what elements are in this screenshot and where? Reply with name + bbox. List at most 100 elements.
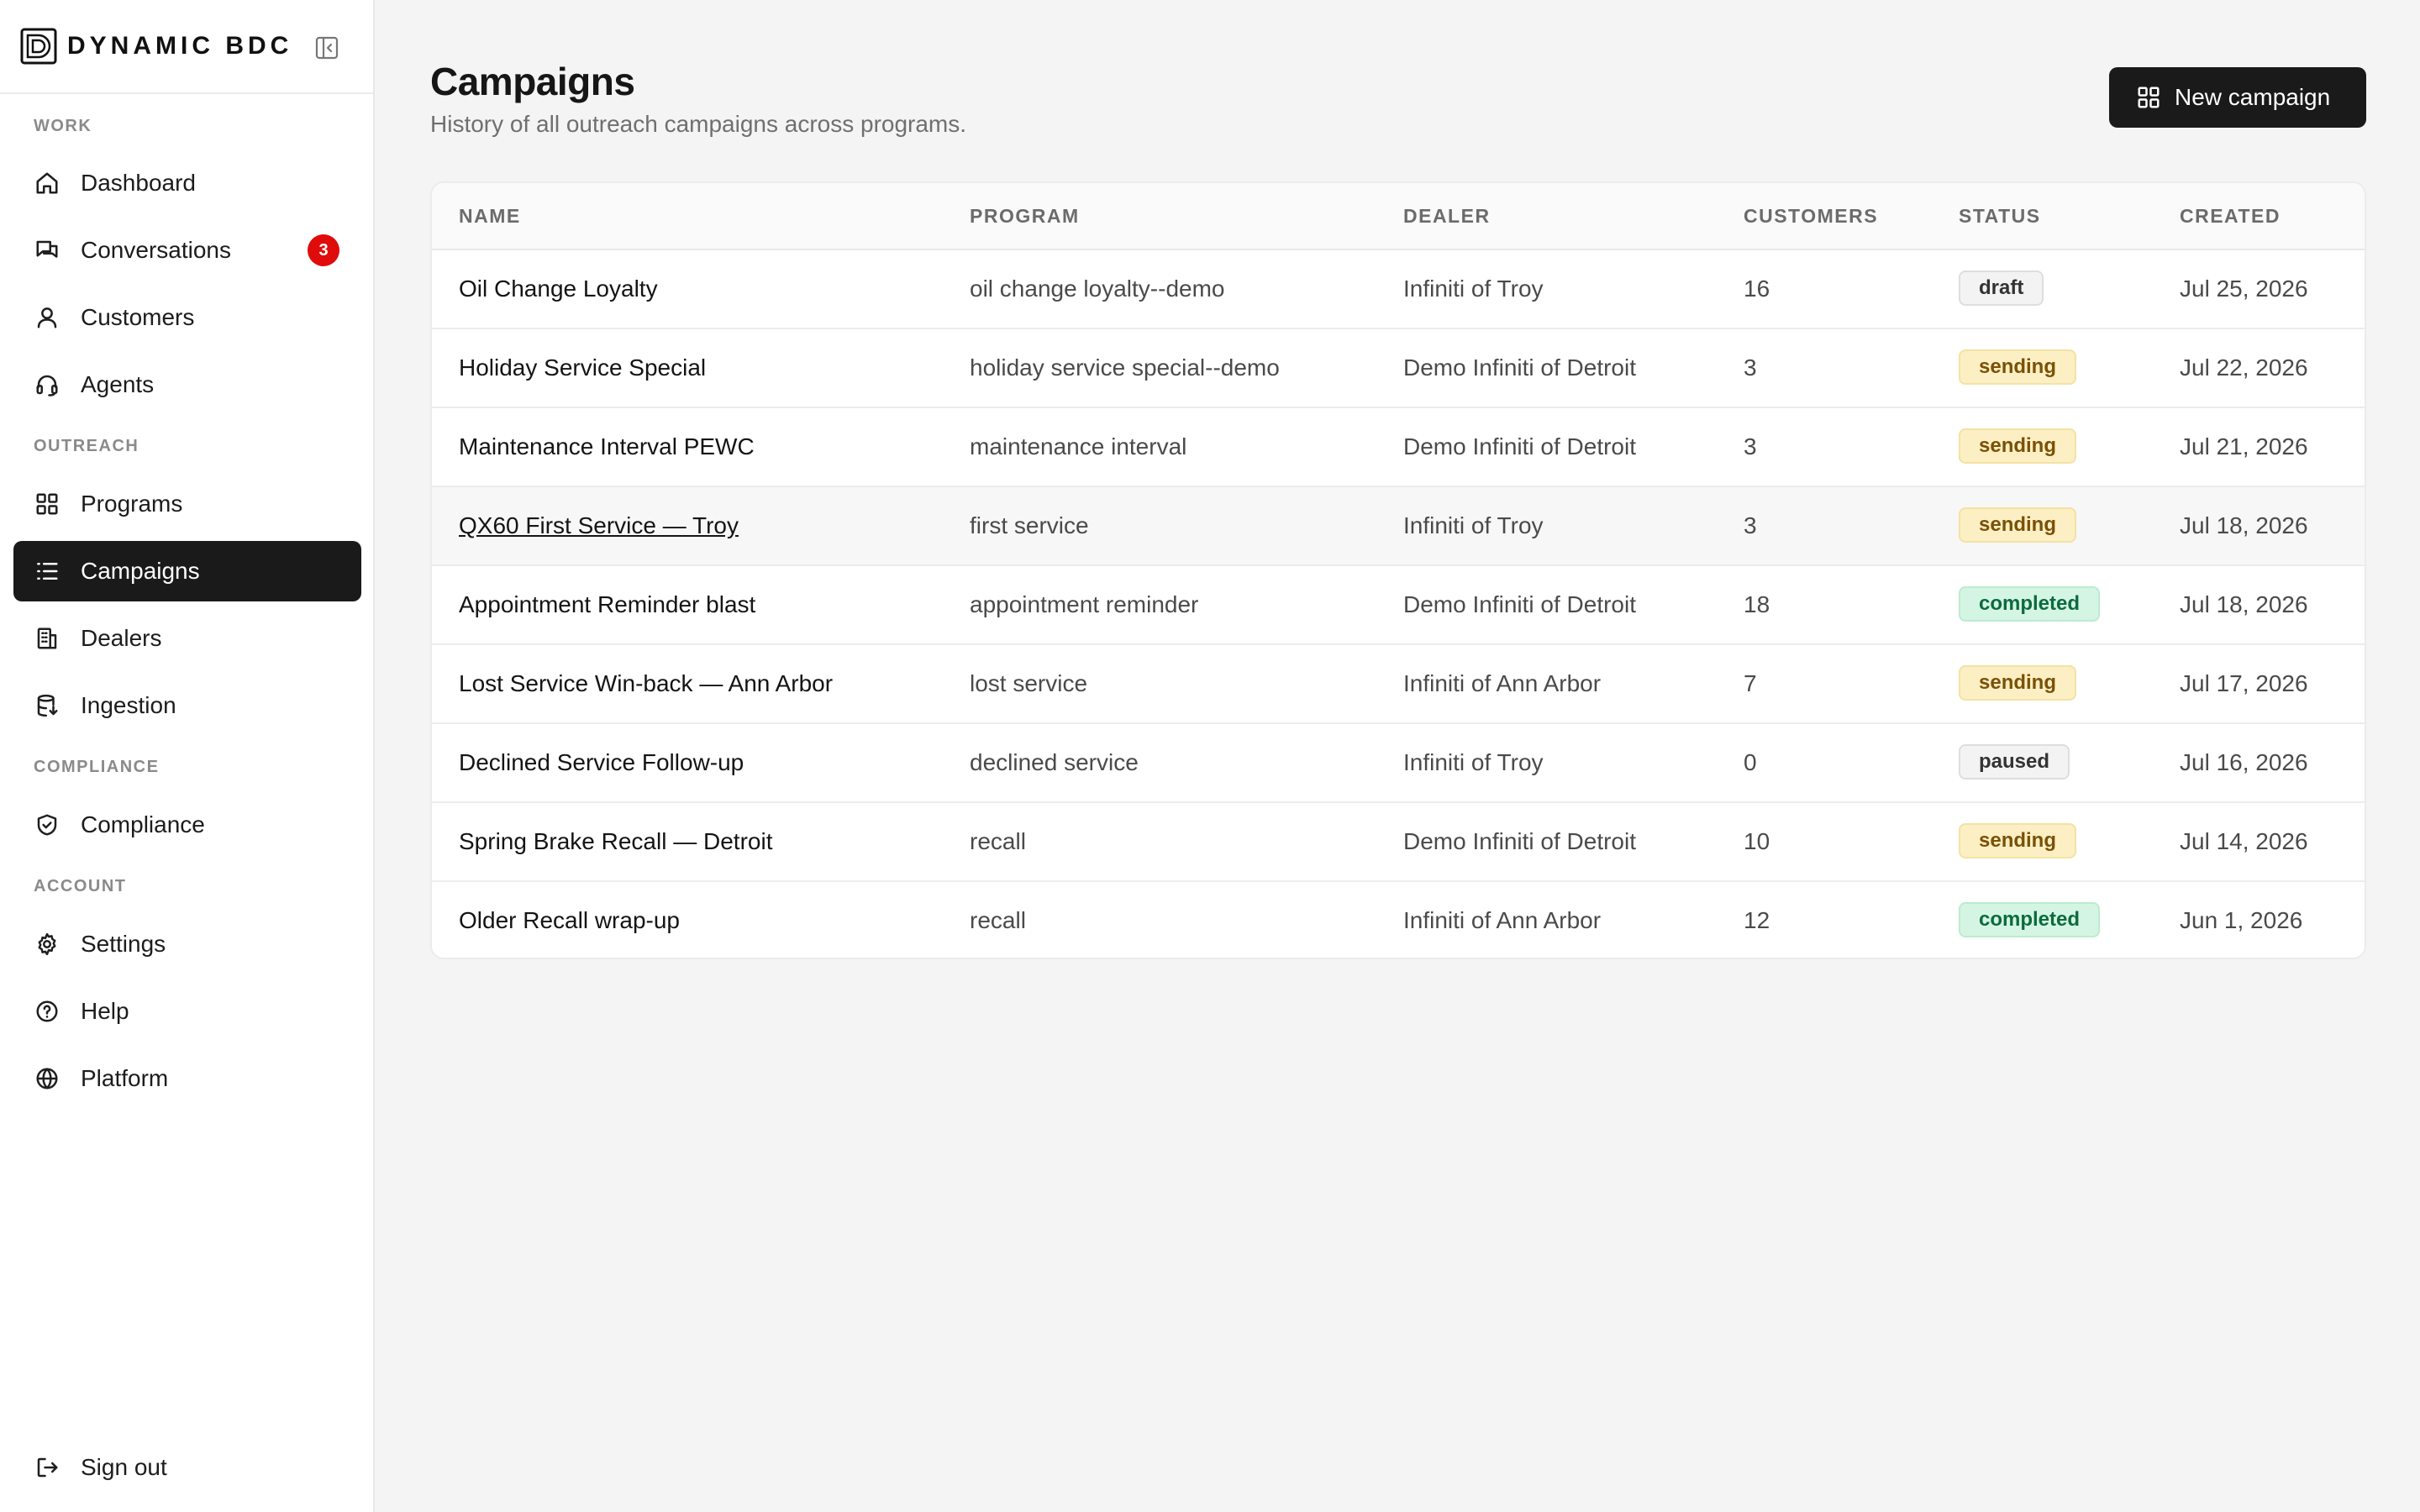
database-icon (34, 692, 60, 719)
main-content: Campaigns History of all outreach campai… (375, 0, 2420, 1512)
table-row[interactable]: Maintenance Interval PEWC maintenance int… (432, 408, 2365, 487)
campaign-name[interactable]: Oil Change Loyalty (459, 276, 658, 302)
status-badge: sending (1959, 349, 2077, 385)
sidebar-item-programs[interactable]: Programs (13, 474, 361, 534)
page-subtitle: History of all outreach campaigns across… (430, 111, 967, 137)
table-row[interactable]: Oil Change Loyalty oil change loyalty--de… (432, 250, 2365, 329)
column-header-name[interactable]: NAME (459, 205, 521, 228)
sidebar-item-help[interactable]: Help (13, 981, 361, 1042)
section-label-work: WORK (34, 117, 92, 135)
column-header-created[interactable]: CREATED (2180, 205, 2281, 228)
campaign-program: holiday service special--demo (970, 354, 1280, 381)
sign-out-button[interactable]: Sign out (13, 1437, 361, 1498)
sidebar-item-label: Ingestion (81, 692, 176, 718)
table-row[interactable]: Lost Service Win-back — Ann Arbor lost se… (432, 645, 2365, 724)
shield-icon (34, 811, 60, 838)
sidebar-item-dealers[interactable]: Dealers (13, 608, 361, 669)
brand-name: DYNAMIC BDC (67, 32, 293, 60)
sidebar-item-agents[interactable]: Agents (13, 354, 361, 415)
campaign-program: recall (970, 907, 1026, 933)
campaign-program: appointment reminder (970, 591, 1199, 617)
campaign-name[interactable]: Maintenance Interval PEWC (459, 433, 755, 460)
campaign-program: declined service (970, 749, 1139, 775)
user-icon (34, 304, 60, 331)
campaign-customers: 10 (1744, 828, 1770, 854)
status-badge: sending (1959, 507, 2077, 543)
campaign-created: Jul 14, 2026 (2180, 828, 2308, 854)
campaign-name[interactable]: Spring Brake Recall — Detroit (459, 828, 772, 855)
campaign-program: oil change loyalty--demo (970, 276, 1225, 302)
sidebar-collapse-icon (315, 36, 339, 60)
sidebar-item-label: Dashboard (81, 170, 196, 196)
campaign-customers: 3 (1744, 354, 1757, 381)
campaign-created: Jul 25, 2026 (2180, 276, 2308, 302)
sidebar-item-compliance[interactable]: Compliance (13, 795, 361, 855)
campaign-created: Jul 21, 2026 (2180, 433, 2308, 459)
column-header-status[interactable]: STATUS (1959, 205, 2041, 228)
sidebar-item-conversations[interactable]: Conversations 3 (13, 220, 361, 281)
chat-icon (34, 237, 60, 264)
status-badge: completed (1959, 586, 2101, 622)
column-header-dealer[interactable]: DEALER (1403, 205, 1491, 228)
campaign-dealer: Demo Infiniti of Detroit (1403, 828, 1636, 854)
table-row[interactable]: QX60 First Service — Troy first service In… (432, 487, 2365, 566)
sidebar: DYNAMIC BDC WORK Dashboard Conversations… (0, 0, 375, 1512)
campaign-program: maintenance interval (970, 433, 1187, 459)
sidebar-item-campaigns[interactable]: Campaigns (13, 541, 361, 601)
building-icon (34, 625, 60, 652)
campaign-name[interactable]: Lost Service Win-back — Ann Arbor (459, 670, 833, 697)
sidebar-item-platform[interactable]: Platform (13, 1048, 361, 1109)
campaign-name[interactable]: Older Recall wrap-up (459, 907, 680, 934)
sidebar-item-label: Settings (81, 931, 166, 957)
table-row[interactable]: Appointment Reminder blast appointment re… (432, 566, 2365, 645)
campaign-name[interactable]: QX60 First Service — Troy (459, 512, 739, 539)
sidebar-item-label: Help (81, 998, 129, 1024)
new-campaign-label: New campaign (2175, 84, 2331, 110)
table-row[interactable]: Spring Brake Recall — Detroit recall Demo … (432, 803, 2365, 882)
unread-count-badge: 3 (308, 234, 339, 266)
status-badge: draft (1959, 270, 2044, 306)
campaign-dealer: Infiniti of Ann Arbor (1403, 670, 1602, 696)
table-row[interactable]: Older Recall wrap-up recall Infiniti of An… (432, 882, 2365, 958)
list-icon (34, 558, 60, 585)
table-row[interactable]: Holiday Service Special holiday service s… (432, 329, 2365, 408)
sign-out-icon (34, 1454, 60, 1481)
collapse-sidebar-button[interactable] (313, 34, 341, 62)
campaign-customers: 7 (1744, 670, 1757, 696)
campaign-created: Jul 18, 2026 (2180, 512, 2308, 538)
campaign-name[interactable]: Appointment Reminder blast (459, 591, 755, 618)
headset-icon (34, 371, 60, 398)
sidebar-item-dashboard[interactable]: Dashboard (13, 153, 361, 213)
sidebar-item-label: Compliance (81, 811, 205, 837)
column-header-customers[interactable]: CUSTOMERS (1744, 205, 1878, 228)
sidebar-item-customers[interactable]: Customers (13, 287, 361, 348)
campaign-created: Jun 1, 2026 (2180, 907, 2303, 933)
table-row[interactable]: Declined Service Follow-up declined servi… (432, 724, 2365, 803)
sidebar-item-ingestion[interactable]: Ingestion (13, 675, 361, 736)
campaign-dealer: Infiniti of Troy (1403, 276, 1544, 302)
status-badge: sending (1959, 665, 2077, 701)
campaign-customers: 12 (1744, 907, 1770, 933)
sidebar-item-label: Campaigns (81, 558, 200, 584)
campaign-name[interactable]: Holiday Service Special (459, 354, 706, 381)
campaign-program: lost service (970, 670, 1088, 696)
help-icon (34, 998, 60, 1025)
campaign-customers: 0 (1744, 749, 1757, 775)
campaign-customers: 3 (1744, 433, 1757, 459)
campaign-program: first service (970, 512, 1089, 538)
campaign-created: Jul 22, 2026 (2180, 354, 2308, 381)
sidebar-item-settings[interactable]: Settings (13, 914, 361, 974)
campaign-dealer: Infiniti of Troy (1403, 749, 1544, 775)
column-header-program[interactable]: PROGRAM (970, 205, 1080, 228)
new-campaign-button[interactable]: New campaign (2109, 67, 2366, 128)
brand-header: DYNAMIC BDC (0, 0, 373, 94)
campaign-program: recall (970, 828, 1026, 854)
sign-out-label: Sign out (81, 1454, 167, 1480)
page-title: Campaigns (430, 60, 635, 103)
campaign-customers: 3 (1744, 512, 1757, 538)
campaign-name[interactable]: Declined Service Follow-up (459, 749, 744, 776)
sidebar-item-label: Conversations (81, 237, 231, 263)
section-label-account: ACCOUNT (34, 877, 127, 895)
table-header: NAME PROGRAM DEALER CUSTOMERS STATUS CRE… (432, 183, 2365, 250)
sidebar-item-label: Programs (81, 491, 183, 517)
